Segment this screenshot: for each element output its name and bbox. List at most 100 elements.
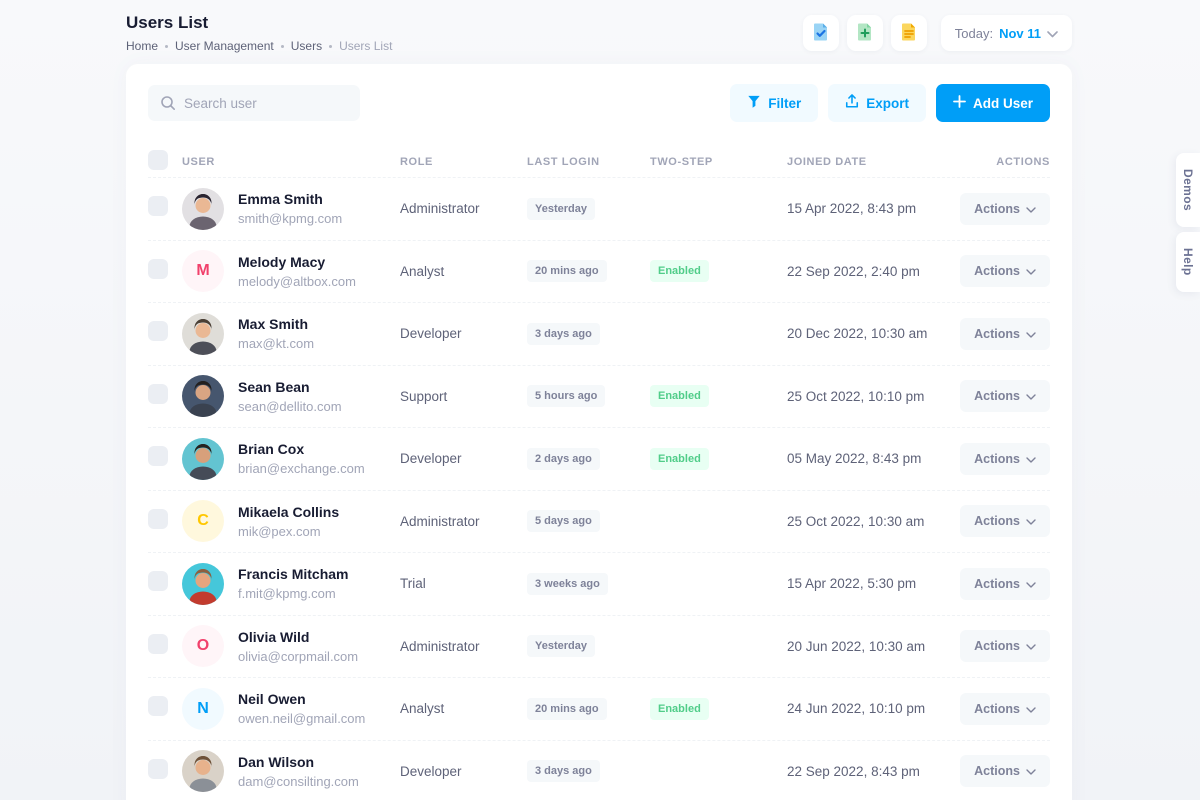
select-all-checkbox[interactable] [148,150,168,170]
row-checkbox[interactable] [148,384,168,404]
page-header: Users List HomeUser ManagementUsersUsers… [126,10,1072,56]
user-name[interactable]: Brian Cox [238,441,365,457]
avatar[interactable] [182,563,224,605]
add-user-button-label: Add User [973,96,1033,111]
user-email[interactable]: max@kt.com [238,336,314,351]
file-plus-button[interactable] [847,15,883,51]
avatar[interactable] [182,188,224,230]
breadcrumb-item[interactable]: User Management [175,39,274,53]
row-checkbox[interactable] [148,446,168,466]
user-name[interactable]: Neil Owen [238,691,365,707]
avatar[interactable]: N [182,688,224,730]
filter-button[interactable]: Filter [730,84,818,122]
actions-button-label: Actions [974,514,1020,528]
actions-button[interactable]: Actions [960,568,1050,600]
last-login-badge: Yesterday [527,198,595,220]
file-lines-button[interactable] [891,15,927,51]
user-name[interactable]: Melody Macy [238,254,356,270]
avatar[interactable]: O [182,625,224,667]
row-checkbox[interactable] [148,259,168,279]
actions-button-label: Actions [974,764,1020,778]
filter-icon [747,95,761,112]
side-tab-help[interactable]: Help [1176,232,1200,292]
actions-button[interactable]: Actions [960,505,1050,537]
row-checkbox[interactable] [148,759,168,779]
user-name[interactable]: Mikaela Collins [238,504,339,520]
last-login-badge: 3 weeks ago [527,573,608,595]
table-row: Dan Wilson dam@consilting.com Developer … [148,741,1050,800]
user-role: Support [400,389,527,404]
user-email[interactable]: owen.neil@gmail.com [238,711,365,726]
user-email[interactable]: smith@kpmg.com [238,211,342,226]
export-button[interactable]: Export [828,84,926,122]
actions-button[interactable]: Actions [960,755,1050,787]
breadcrumb-item[interactable]: Users [291,39,322,53]
row-checkbox[interactable] [148,196,168,216]
joined-date: 25 Oct 2022, 10:10 pm [787,389,950,404]
actions-button[interactable]: Actions [960,630,1050,662]
chevron-down-icon [1026,764,1036,778]
actions-button-label: Actions [974,639,1020,653]
user-email[interactable]: melody@altbox.com [238,274,356,289]
user-name[interactable]: Sean Bean [238,379,342,395]
user-role: Analyst [400,264,527,279]
row-checkbox[interactable] [148,634,168,654]
user-name[interactable]: Dan Wilson [238,754,359,770]
actions-button-label: Actions [974,577,1020,591]
last-login-badge: 20 mins ago [527,698,607,720]
user-name[interactable]: Max Smith [238,316,314,332]
avatar[interactable] [182,313,224,355]
user-role: Trial [400,576,527,591]
actions-button-label: Actions [974,452,1020,466]
user-name[interactable]: Emma Smith [238,191,342,207]
actions-button[interactable]: Actions [960,693,1050,725]
date-picker-button[interactable]: Today: Nov 11 [941,15,1072,51]
row-checkbox[interactable] [148,509,168,529]
breadcrumb-dot [281,45,284,48]
user-role: Administrator [400,201,527,216]
row-checkbox[interactable] [148,321,168,341]
two-step-badge: Enabled [650,448,709,470]
search-input[interactable] [148,85,360,121]
last-login-badge: 20 mins ago [527,260,607,282]
users-card: Filter Export Add User USER ROLE LAST LO… [126,64,1072,800]
column-two-step: TWO-STEP [650,156,787,168]
user-email[interactable]: f.mit@kpmg.com [238,586,348,601]
actions-button[interactable]: Actions [960,380,1050,412]
last-login-badge: 2 days ago [527,448,600,470]
table-row: Francis Mitcham f.mit@kpmg.com Trial 3 w… [148,553,1050,616]
avatar[interactable]: C [182,500,224,542]
side-tab-demos[interactable]: Demos [1176,153,1200,227]
avatar[interactable] [182,750,224,792]
breadcrumb-dot [329,45,332,48]
avatar[interactable] [182,375,224,417]
joined-date: 25 Oct 2022, 10:30 am [787,514,950,529]
actions-button[interactable]: Actions [960,255,1050,287]
breadcrumb-item[interactable]: Home [126,39,158,53]
actions-button[interactable]: Actions [960,193,1050,225]
export-icon [845,94,859,112]
two-step-badge: Enabled [650,260,709,282]
joined-date: 20 Dec 2022, 10:30 am [787,326,950,341]
joined-date: 24 Jun 2022, 10:10 pm [787,701,950,716]
row-checkbox[interactable] [148,571,168,591]
avatar[interactable] [182,438,224,480]
user-name[interactable]: Olivia Wild [238,629,358,645]
avatar[interactable]: M [182,250,224,292]
user-email[interactable]: olivia@corpmail.com [238,649,358,664]
today-label: Today: [955,26,993,41]
chevron-down-icon [1026,577,1036,591]
actions-button[interactable]: Actions [960,443,1050,475]
add-user-button[interactable]: Add User [936,84,1050,122]
file-check-button[interactable] [803,15,839,51]
user-email[interactable]: mik@pex.com [238,524,339,539]
table-row: C Mikaela Collins mik@pex.com Administra… [148,491,1050,554]
row-checkbox[interactable] [148,696,168,716]
user-email[interactable]: sean@dellito.com [238,399,342,414]
user-email[interactable]: brian@exchange.com [238,461,365,476]
two-step-badge: Enabled [650,385,709,407]
user-email[interactable]: dam@consilting.com [238,774,359,789]
user-name[interactable]: Francis Mitcham [238,566,348,582]
column-actions: ACTIONS [950,156,1050,168]
actions-button[interactable]: Actions [960,318,1050,350]
